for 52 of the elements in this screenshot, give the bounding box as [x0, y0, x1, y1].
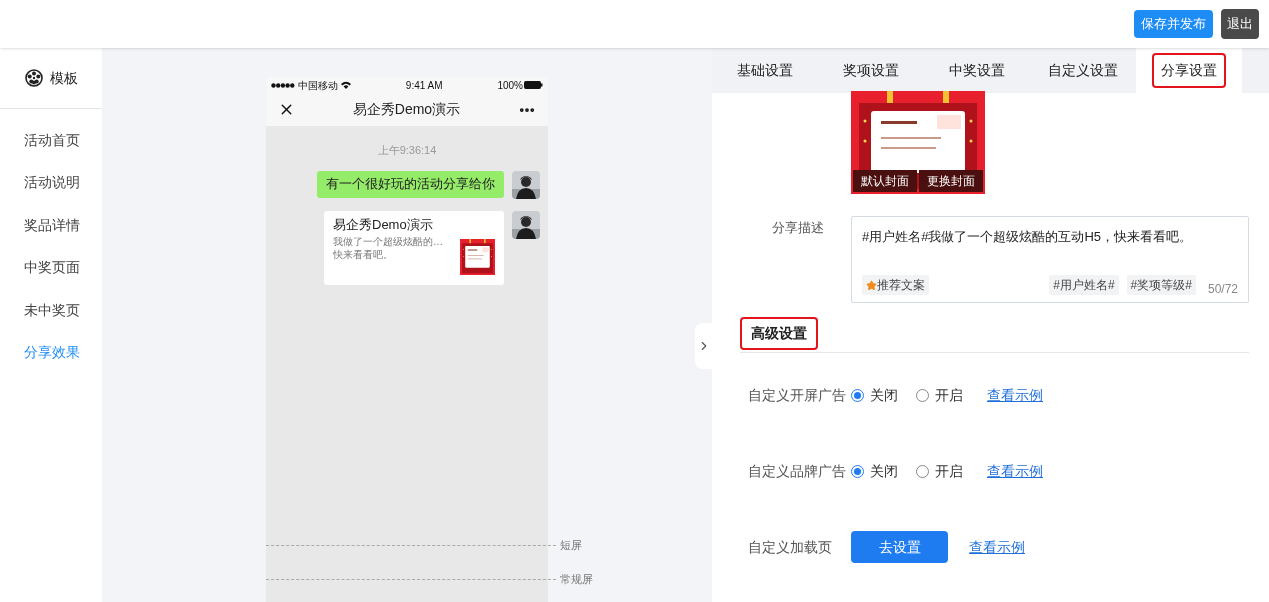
battery-icon [524, 81, 543, 89]
settings-tab[interactable]: 分享设置 [1136, 48, 1242, 93]
sidebar-item[interactable]: 奖品详情 [0, 204, 102, 247]
example-link[interactable]: 查看示例 [987, 384, 1043, 406]
cover-button[interactable]: 默认封面 [853, 170, 917, 192]
chat-title: 易企秀Demo演示 [352, 100, 461, 119]
sidebar-item[interactable]: 分享效果 [0, 331, 102, 374]
field-label: 分享描述 [772, 219, 825, 237]
chat-timestamp: 上午9:36:14 [377, 143, 437, 158]
radio-option[interactable]: 关闭 [851, 460, 898, 482]
setting-label: 自定义加载页 [748, 537, 833, 557]
settings-tab[interactable]: 中奖设置 [924, 48, 1030, 93]
card-description: 我做了一个超级炫酷的… [333, 234, 443, 248]
card-description: 快来看看吧。 [333, 247, 394, 261]
chat-bubble: 有一个很好玩的活动分享给你 [317, 170, 504, 198]
char-counter: 50/72 [1207, 281, 1238, 298]
example-link[interactable]: 查看示例 [969, 536, 1025, 558]
description-field[interactable]: #用户姓名#我做了一个超级炫酷的互动H5，快来看看吧。 [862, 227, 1238, 272]
setting-label: 自定义品牌广告 [748, 461, 847, 481]
radio-option[interactable]: 开启 [916, 460, 963, 482]
settings-tab[interactable]: 奖项设置 [818, 48, 924, 93]
setup-button[interactable]: 去设置 [851, 531, 948, 563]
screen-marker-label: 常规屏 [560, 572, 593, 587]
sidebar-item[interactable]: 活动说明 [0, 161, 102, 204]
settings-tab[interactable]: 自定义设置 [1030, 48, 1136, 93]
example-link[interactable]: 查看示例 [987, 460, 1043, 482]
sidebar-item[interactable]: 中奖页面 [0, 246, 102, 289]
suggest-button[interactable]: 推荐文案 [862, 275, 929, 295]
radio-option[interactable]: 开启 [916, 384, 963, 406]
status-time: 9:41 AM [405, 78, 443, 93]
section-title: 高级设置 [740, 317, 818, 350]
sidebar-item[interactable]: 活动首页 [0, 119, 102, 162]
card-title: 易企秀Demo演示 [333, 216, 434, 233]
settings-tab[interactable]: 基础设置 [712, 48, 818, 93]
share-card[interactable]: 易企秀Demo演示 我做了一个超级炫酷的… 快来看看吧。 [324, 210, 504, 285]
star-icon [866, 279, 877, 291]
signal-icon [271, 82, 295, 88]
film-reel-icon [24, 69, 43, 87]
tag-button[interactable]: #奖项等级# [1126, 275, 1196, 295]
setting-label: 自定义开屏广告 [748, 385, 847, 405]
screen-marker-label: 短屏 [560, 538, 582, 553]
sidebar-item[interactable]: 未中奖页 [0, 289, 102, 332]
description-box[interactable]: #用户姓名#我做了一个超级炫酷的互动H5，快来看看吧。 推荐文案 #用户姓名# #奖项等级# 50/72 [851, 216, 1249, 303]
collapse-handle[interactable] [695, 323, 712, 369]
exit-button[interactable]: 退出 [1221, 9, 1259, 39]
wifi-icon [341, 81, 351, 89]
tag-button[interactable]: #用户姓名# [1049, 275, 1119, 295]
sidebar-title: 模板 [49, 68, 78, 88]
carrier-text: 中国移动 [298, 78, 338, 93]
radio-option[interactable]: 关闭 [851, 384, 898, 406]
battery-text: 100% [497, 78, 523, 93]
cover-button[interactable]: 更换封面 [919, 170, 983, 192]
